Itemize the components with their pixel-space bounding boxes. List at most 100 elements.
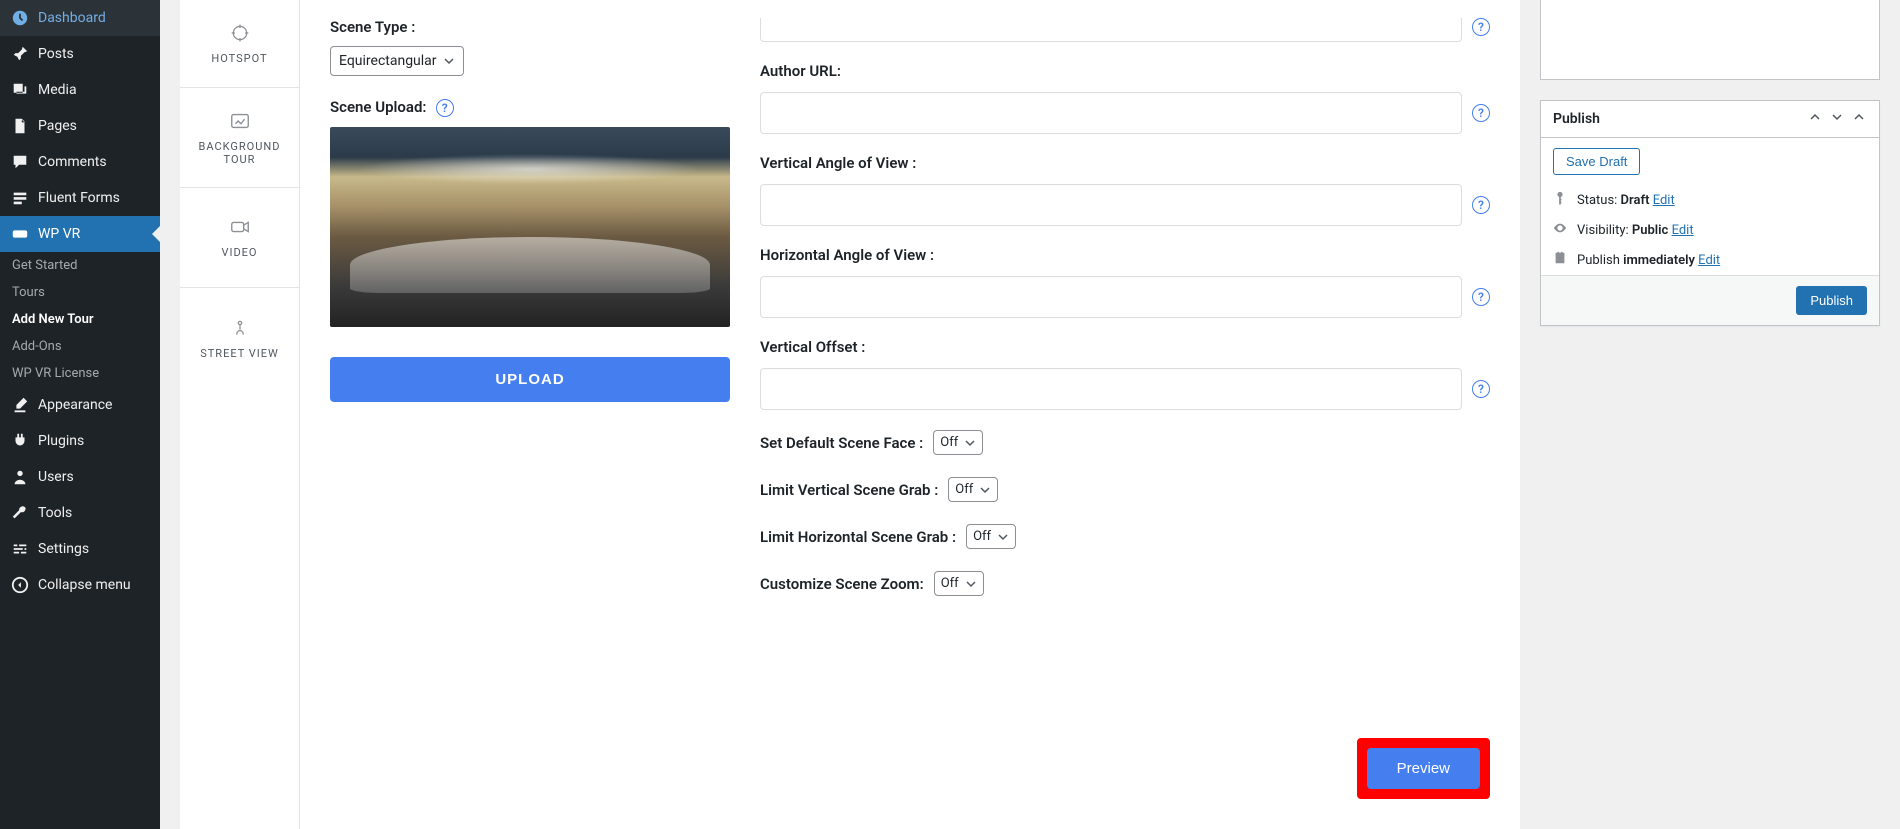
status-label: Status:	[1577, 193, 1621, 208]
menu-fluent-forms[interactable]: Fluent Forms	[0, 180, 160, 216]
menu-label: Plugins	[38, 433, 84, 449]
author-url-label: Author URL:	[760, 62, 1490, 80]
media-icon	[10, 80, 30, 100]
haov-label: Horizontal Angle of View :	[760, 246, 1490, 264]
publish-title: Publish	[1553, 111, 1600, 127]
menu-comments[interactable]: Comments	[0, 144, 160, 180]
scene-type-label: Scene Type :	[330, 18, 730, 36]
brush-icon	[10, 395, 30, 415]
save-draft-button[interactable]: Save Draft	[1553, 148, 1640, 175]
menu-collapse[interactable]: Collapse menu	[0, 567, 160, 603]
tab-street-view[interactable]: STREET VIEW	[180, 288, 299, 388]
menu-label: Dashboard	[38, 10, 106, 26]
menu-label: Appearance	[38, 397, 112, 413]
tab-label: HOTSPOT	[211, 52, 267, 65]
menu-media[interactable]: Media	[0, 72, 160, 108]
streetview-icon	[229, 317, 251, 339]
publish-label: Publish	[1577, 253, 1623, 268]
upload-button[interactable]: UPLOAD	[330, 357, 730, 402]
publish-edit-link[interactable]: Edit	[1698, 253, 1720, 268]
panel-down-icon[interactable]	[1829, 111, 1845, 127]
menu-label: Posts	[38, 46, 74, 62]
status-edit-link[interactable]: Edit	[1653, 193, 1675, 208]
vr-icon	[10, 224, 30, 244]
select-value: Equirectangular	[339, 53, 437, 69]
visibility-edit-link[interactable]: Edit	[1672, 223, 1694, 238]
select-value: Off	[973, 529, 991, 544]
help-icon[interactable]: ?	[1472, 196, 1490, 214]
panel-toggle-icon[interactable]	[1851, 111, 1867, 127]
preview-button[interactable]: Preview	[1367, 748, 1480, 789]
author-url-input[interactable]	[760, 92, 1462, 134]
scene-type-select[interactable]: Equirectangular	[330, 46, 464, 76]
menu-label: Pages	[38, 118, 77, 134]
default-face-label: Set Default Scene Face :	[760, 434, 923, 452]
panel-up-icon[interactable]	[1807, 111, 1823, 127]
help-icon[interactable]: ?	[1472, 380, 1490, 398]
voffset-label: Vertical Offset :	[760, 338, 1490, 356]
help-icon[interactable]: ?	[436, 99, 454, 117]
menu-users[interactable]: Users	[0, 459, 160, 495]
preview-highlight: Preview	[1357, 738, 1490, 799]
tab-label: BACKGROUND TOUR	[186, 140, 293, 166]
help-icon[interactable]: ?	[1472, 18, 1490, 36]
submenu-tours[interactable]: Tours	[0, 279, 160, 306]
scene-thumbnail[interactable]	[330, 127, 730, 327]
zoom-select[interactable]: Off	[934, 571, 984, 596]
pin-icon	[10, 44, 30, 64]
help-icon[interactable]: ?	[1472, 288, 1490, 306]
chevron-down-icon	[965, 578, 977, 590]
submenu-license[interactable]: WP VR License	[0, 360, 160, 387]
publish-button[interactable]: Publish	[1796, 286, 1867, 315]
user-icon	[10, 467, 30, 487]
submenu-add-ons[interactable]: Add-Ons	[0, 333, 160, 360]
partial-input-top[interactable]	[760, 18, 1462, 42]
menu-label: Settings	[38, 541, 89, 557]
publish-value: immediately	[1623, 253, 1695, 268]
menu-label: Comments	[38, 154, 107, 170]
chevron-down-icon	[443, 55, 455, 67]
menu-appearance[interactable]: Appearance	[0, 387, 160, 423]
vaov-input[interactable]	[760, 184, 1462, 226]
menu-label: WP VR	[38, 226, 80, 242]
page-icon	[10, 116, 30, 136]
visibility-value: Public	[1632, 223, 1668, 238]
select-value: Off	[940, 435, 958, 450]
publish-panel: Publish Save Draft	[1540, 100, 1880, 326]
menu-label: Tools	[38, 505, 72, 521]
wrench-icon	[10, 503, 30, 523]
visibility-label: Visibility:	[1577, 223, 1632, 238]
gauge-icon	[10, 8, 30, 28]
tab-background-tour[interactable]: BACKGROUND TOUR	[180, 88, 299, 188]
limit-h-select[interactable]: Off	[966, 524, 1016, 549]
limit-h-label: Limit Horizontal Scene Grab :	[760, 528, 956, 546]
submenu-add-new-tour[interactable]: Add New Tour	[0, 306, 160, 333]
submenu-wp-vr: Get Started Tours Add New Tour Add-Ons W…	[0, 252, 160, 387]
zoom-label: Customize Scene Zoom:	[760, 575, 924, 593]
menu-dashboard[interactable]: Dashboard	[0, 0, 160, 36]
help-icon[interactable]: ?	[1472, 104, 1490, 122]
tab-video[interactable]: VIDEO	[180, 188, 299, 288]
chevron-down-icon	[979, 484, 991, 496]
submenu-get-started[interactable]: Get Started	[0, 252, 160, 279]
tab-hotspot[interactable]: HOTSPOT	[180, 0, 299, 88]
menu-pages[interactable]: Pages	[0, 108, 160, 144]
menu-label: Fluent Forms	[38, 190, 120, 206]
default-face-select[interactable]: Off	[933, 430, 983, 455]
content-panel: HOTSPOT BACKGROUND TOUR VIDEO	[180, 0, 1520, 829]
scene-upload-label: Scene Upload:	[330, 98, 427, 116]
vaov-label: Vertical Angle of View :	[760, 154, 1490, 172]
voffset-input[interactable]	[760, 368, 1462, 410]
select-value: Off	[955, 482, 973, 497]
video-icon	[229, 216, 251, 238]
limit-v-select[interactable]: Off	[948, 477, 998, 502]
menu-plugins[interactable]: Plugins	[0, 423, 160, 459]
haov-input[interactable]	[760, 276, 1462, 318]
comment-icon	[10, 152, 30, 172]
menu-posts[interactable]: Posts	[0, 36, 160, 72]
menu-settings[interactable]: Settings	[0, 531, 160, 567]
scene-tabs: HOTSPOT BACKGROUND TOUR VIDEO	[180, 0, 300, 829]
menu-tools[interactable]: Tools	[0, 495, 160, 531]
tab-label: VIDEO	[221, 246, 257, 259]
menu-wp-vr[interactable]: WP VR	[0, 216, 160, 252]
